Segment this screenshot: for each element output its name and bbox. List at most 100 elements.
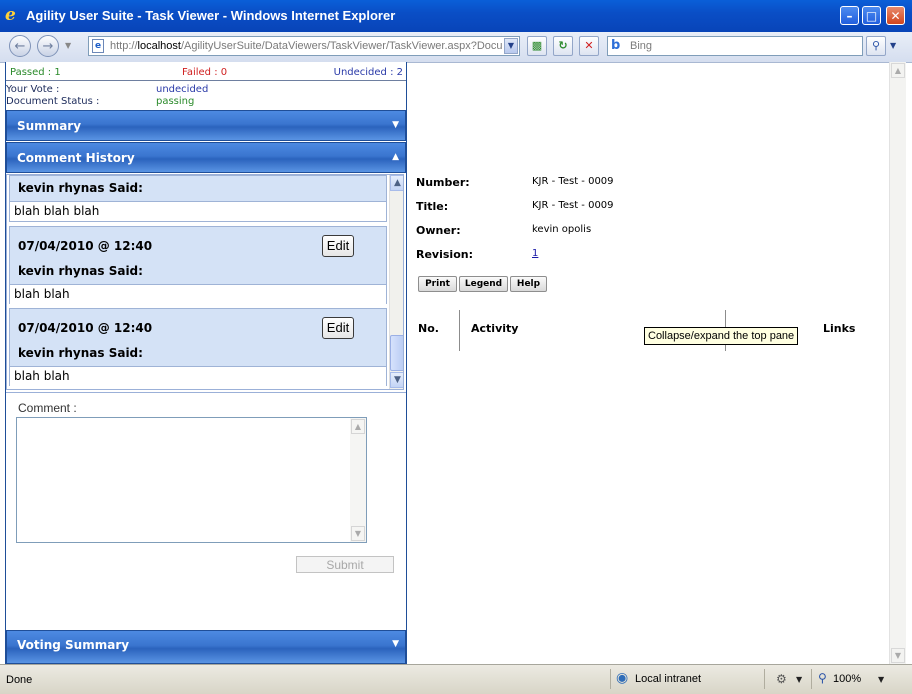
comment-textarea[interactable]: ▲ ▼ [16, 417, 367, 543]
comment-author: kevin rhynas Said: [18, 346, 143, 360]
search-icon[interactable]: ⚲ [866, 36, 886, 56]
search-options-dropdown-icon[interactable]: ▼ [890, 41, 896, 50]
column-divider [459, 310, 460, 351]
comment-body: blah blah [10, 366, 386, 386]
url-prefix: http:// [110, 40, 138, 52]
pane-splitter[interactable] [406, 62, 407, 664]
divider [764, 669, 765, 689]
globe-icon: ◉ [616, 670, 629, 686]
comment-body: blah blah [10, 284, 386, 304]
recent-pages-dropdown-icon[interactable]: ▼ [65, 41, 71, 50]
divider [811, 669, 812, 689]
comment-history-section-header[interactable]: Comment History ▲ [6, 142, 406, 173]
divider [610, 669, 611, 689]
textarea-scrollbar[interactable]: ▲ ▼ [350, 418, 366, 542]
address-toolbar: ← → ▼ e http://localhost/AgilityUserSuit… [0, 32, 912, 63]
scroll-down-icon[interactable]: ▼ [351, 526, 365, 541]
search-field[interactable]: b Bing [607, 36, 863, 56]
zoom-dropdown-icon[interactable]: ▼ [878, 675, 884, 684]
submit-button[interactable]: Submit [296, 556, 394, 573]
legend-button[interactable]: Legend [459, 276, 508, 292]
passed-count: Passed : 1 [10, 67, 61, 78]
comment-history-list: kevin rhynas Said: blah blah blah 07/04/… [6, 174, 404, 390]
comment-item: 07/04/2010 @ 12:40 Edit kevin rhynas Sai… [9, 308, 387, 386]
comment-item: kevin rhynas Said: blah blah blah [9, 175, 387, 222]
scrollbar-thumb[interactable] [390, 335, 403, 371]
ie-logo-icon: e [5, 5, 16, 25]
scroll-up-icon[interactable]: ▲ [891, 63, 905, 78]
compatibility-view-icon[interactable]: ▩ [527, 36, 547, 56]
your-vote-label: Your Vote : [6, 84, 60, 95]
summary-section-header[interactable]: Summary ▼ [6, 110, 406, 141]
comment-history-label: Comment History [17, 151, 135, 165]
column-header-activity: Activity [471, 322, 519, 335]
revision-link[interactable]: 1 [532, 248, 538, 259]
summary-label: Summary [17, 119, 82, 133]
voting-summary-section-header[interactable]: Voting Summary ▼ [6, 630, 406, 664]
minimize-button[interactable]: – [840, 6, 859, 25]
collapse-arrow-icon: ▲ [392, 152, 399, 162]
comment-date: 07/04/2010 @ 12:40 [18, 321, 153, 335]
comment-history-scrollbar[interactable]: ▲ ▼ [389, 175, 403, 389]
zoom-icon[interactable]: ⚲ [818, 671, 827, 685]
bing-logo-icon: b [611, 38, 621, 53]
column-header-links: Links [823, 322, 856, 335]
scroll-down-icon[interactable]: ▼ [390, 372, 403, 388]
comment-body: blah blah blah [10, 201, 386, 221]
status-text: Done [6, 674, 33, 686]
voting-summary-label: Voting Summary [17, 638, 130, 652]
column-header-no: No. [418, 322, 439, 335]
forward-button[interactable]: → [37, 35, 59, 57]
comment-item: 07/04/2010 @ 12:40 Edit kevin rhynas Sai… [9, 226, 387, 304]
security-zone[interactable]: Local intranet [635, 673, 701, 685]
title-label: Title: [416, 200, 449, 213]
document-status-label: Document Status : [6, 96, 100, 107]
vote-stats: Passed : 1 Failed : 0 Undecided : 2 [6, 67, 406, 81]
url-host: localhost [137, 40, 181, 52]
owner-value: kevin opolis [532, 224, 592, 235]
scroll-down-icon[interactable]: ▼ [891, 648, 905, 663]
divider [6, 80, 406, 81]
address-field[interactable]: e http://localhost/AgilityUserSuite/Data… [88, 36, 520, 56]
expand-arrow-icon: ▼ [392, 639, 399, 649]
comment-author: kevin rhynas Said: [18, 264, 143, 278]
tooltip: Collapse/expand the top pane [644, 327, 799, 345]
page-icon: e [92, 39, 104, 53]
left-pane: Passed : 1 Failed : 0 Undecided : 2 Your… [6, 62, 406, 664]
back-button[interactable]: ← [9, 35, 31, 57]
stop-icon[interactable]: ✕ [579, 36, 599, 56]
failed-count: Failed : 0 [182, 67, 228, 78]
title-bar: e Agility User Suite - Task Viewer - Win… [0, 0, 912, 32]
number-value: KJR - Test - 0009 [532, 176, 614, 187]
protected-mode-icon[interactable]: ⚙ [776, 672, 787, 686]
zoom-level[interactable]: 100% [833, 673, 861, 685]
your-vote-value: undecided [156, 84, 209, 95]
address-dropdown-icon[interactable]: ▼ [504, 38, 518, 54]
undecided-count: Undecided : 2 [333, 67, 403, 78]
revision-label: Revision: [416, 248, 473, 261]
help-button[interactable]: Help [510, 276, 547, 292]
divider [6, 392, 406, 393]
url-path: /AgilityUserSuite/DataViewers/TaskViewer… [180, 40, 503, 52]
maximize-button[interactable]: □ [862, 6, 881, 25]
close-button[interactable]: ✕ [886, 6, 905, 25]
expand-arrow-icon: ▼ [392, 120, 399, 130]
window-title: Agility User Suite - Task Viewer - Windo… [26, 8, 396, 23]
refresh-icon[interactable]: ↻ [553, 36, 573, 56]
number-label: Number: [416, 176, 470, 189]
dropdown-icon[interactable]: ▼ [796, 675, 802, 684]
comment-label: Comment : [18, 401, 77, 415]
document-status-value: passing [156, 96, 195, 107]
edit-button[interactable]: Edit [322, 317, 354, 339]
page-scrollbar[interactable]: ▲ ▼ [889, 62, 906, 664]
comment-date: 07/04/2010 @ 12:40 [18, 239, 153, 253]
owner-label: Owner: [416, 224, 461, 237]
scroll-up-icon[interactable]: ▲ [390, 175, 403, 191]
status-bar: Done ◉ Local intranet ⚙ ▼ ⚲ 100% ▼ [0, 664, 912, 694]
scroll-up-icon[interactable]: ▲ [351, 419, 365, 434]
title-value: KJR - Test - 0009 [532, 200, 614, 211]
pane-border [5, 62, 6, 664]
comment-author: kevin rhynas Said: [18, 181, 143, 195]
edit-button[interactable]: Edit [322, 235, 354, 257]
print-button[interactable]: Print [418, 276, 457, 292]
